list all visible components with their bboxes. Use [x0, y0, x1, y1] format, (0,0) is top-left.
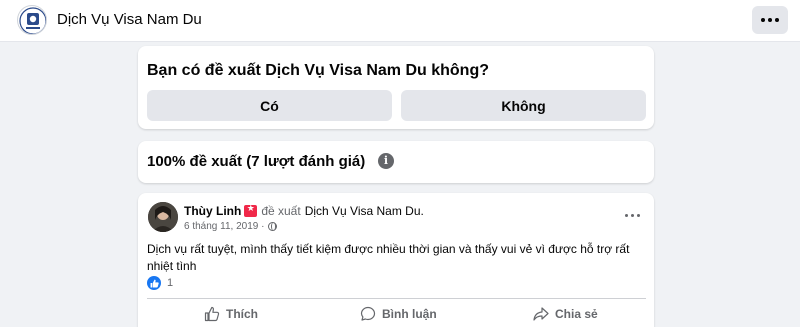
- more-horizontal-icon: [761, 18, 779, 22]
- like-label: Thích: [226, 307, 258, 321]
- review-text: Dịch vụ rất tuyệt, mình thấy tiết kiệm đ…: [147, 242, 630, 273]
- review-header: Thùy Linh đề xuất Dịch Vụ Visa Nam Du .: [184, 203, 424, 218]
- page-title[interactable]: Dịch Vụ Visa Nam Du: [57, 11, 202, 28]
- recommend-label: đề xuất: [261, 204, 301, 218]
- globe-icon: [268, 222, 278, 231]
- thumbs-up-glyph: [150, 279, 159, 287]
- share-button[interactable]: Chia sẻ: [533, 303, 598, 325]
- more-horizontal-icon: [624, 213, 640, 217]
- share-label: Chia sẻ: [555, 307, 598, 321]
- avatar[interactable]: [148, 202, 178, 232]
- recommend-question: Bạn có đề xuất Dịch Vụ Visa Nam Du không…: [147, 62, 489, 79]
- share-icon: [533, 307, 549, 321]
- recommend-summary: 100% đề xuất (7 lượt đánh giá): [147, 153, 366, 170]
- recommend-card: Bạn có đề xuất Dịch Vụ Visa Nam Du không…: [138, 46, 654, 129]
- comment-button[interactable]: Bình luận: [360, 303, 437, 325]
- recommend-icon: [244, 203, 258, 217]
- like-reaction-icon[interactable]: [147, 276, 161, 290]
- info-icon[interactable]: i: [378, 153, 394, 169]
- comment-label: Bình luận: [382, 307, 437, 321]
- avatar-image: [148, 202, 178, 232]
- review-card: Thùy Linh đề xuất Dịch Vụ Visa Nam Du . …: [138, 193, 654, 327]
- review-more-button[interactable]: [624, 210, 640, 220]
- like-button[interactable]: Thích: [204, 303, 258, 325]
- comment-icon: [360, 306, 376, 321]
- reviewer-name[interactable]: Thùy Linh: [184, 204, 241, 218]
- recommend-yes-button[interactable]: Có: [147, 90, 392, 121]
- top-bar: Dịch Vụ Visa Nam Du: [0, 0, 800, 42]
- review-date-text[interactable]: 6 tháng 11, 2019 ·: [184, 221, 264, 232]
- thumbs-up-icon: [204, 306, 220, 322]
- review-page-link[interactable]: Dịch Vụ Visa Nam Du: [305, 204, 421, 218]
- review-date: 6 tháng 11, 2019 ·: [184, 221, 278, 232]
- page-logo-icon[interactable]: [17, 5, 47, 35]
- header-period: .: [420, 204, 424, 218]
- recommend-score-card: 100% đề xuất (7 lượt đánh giá) i: [138, 141, 654, 183]
- divider: [147, 298, 646, 299]
- recommend-no-button[interactable]: Không: [401, 90, 646, 121]
- like-count[interactable]: 1: [167, 277, 173, 289]
- more-options-button[interactable]: [752, 6, 788, 34]
- logo-graphic: [19, 7, 46, 34]
